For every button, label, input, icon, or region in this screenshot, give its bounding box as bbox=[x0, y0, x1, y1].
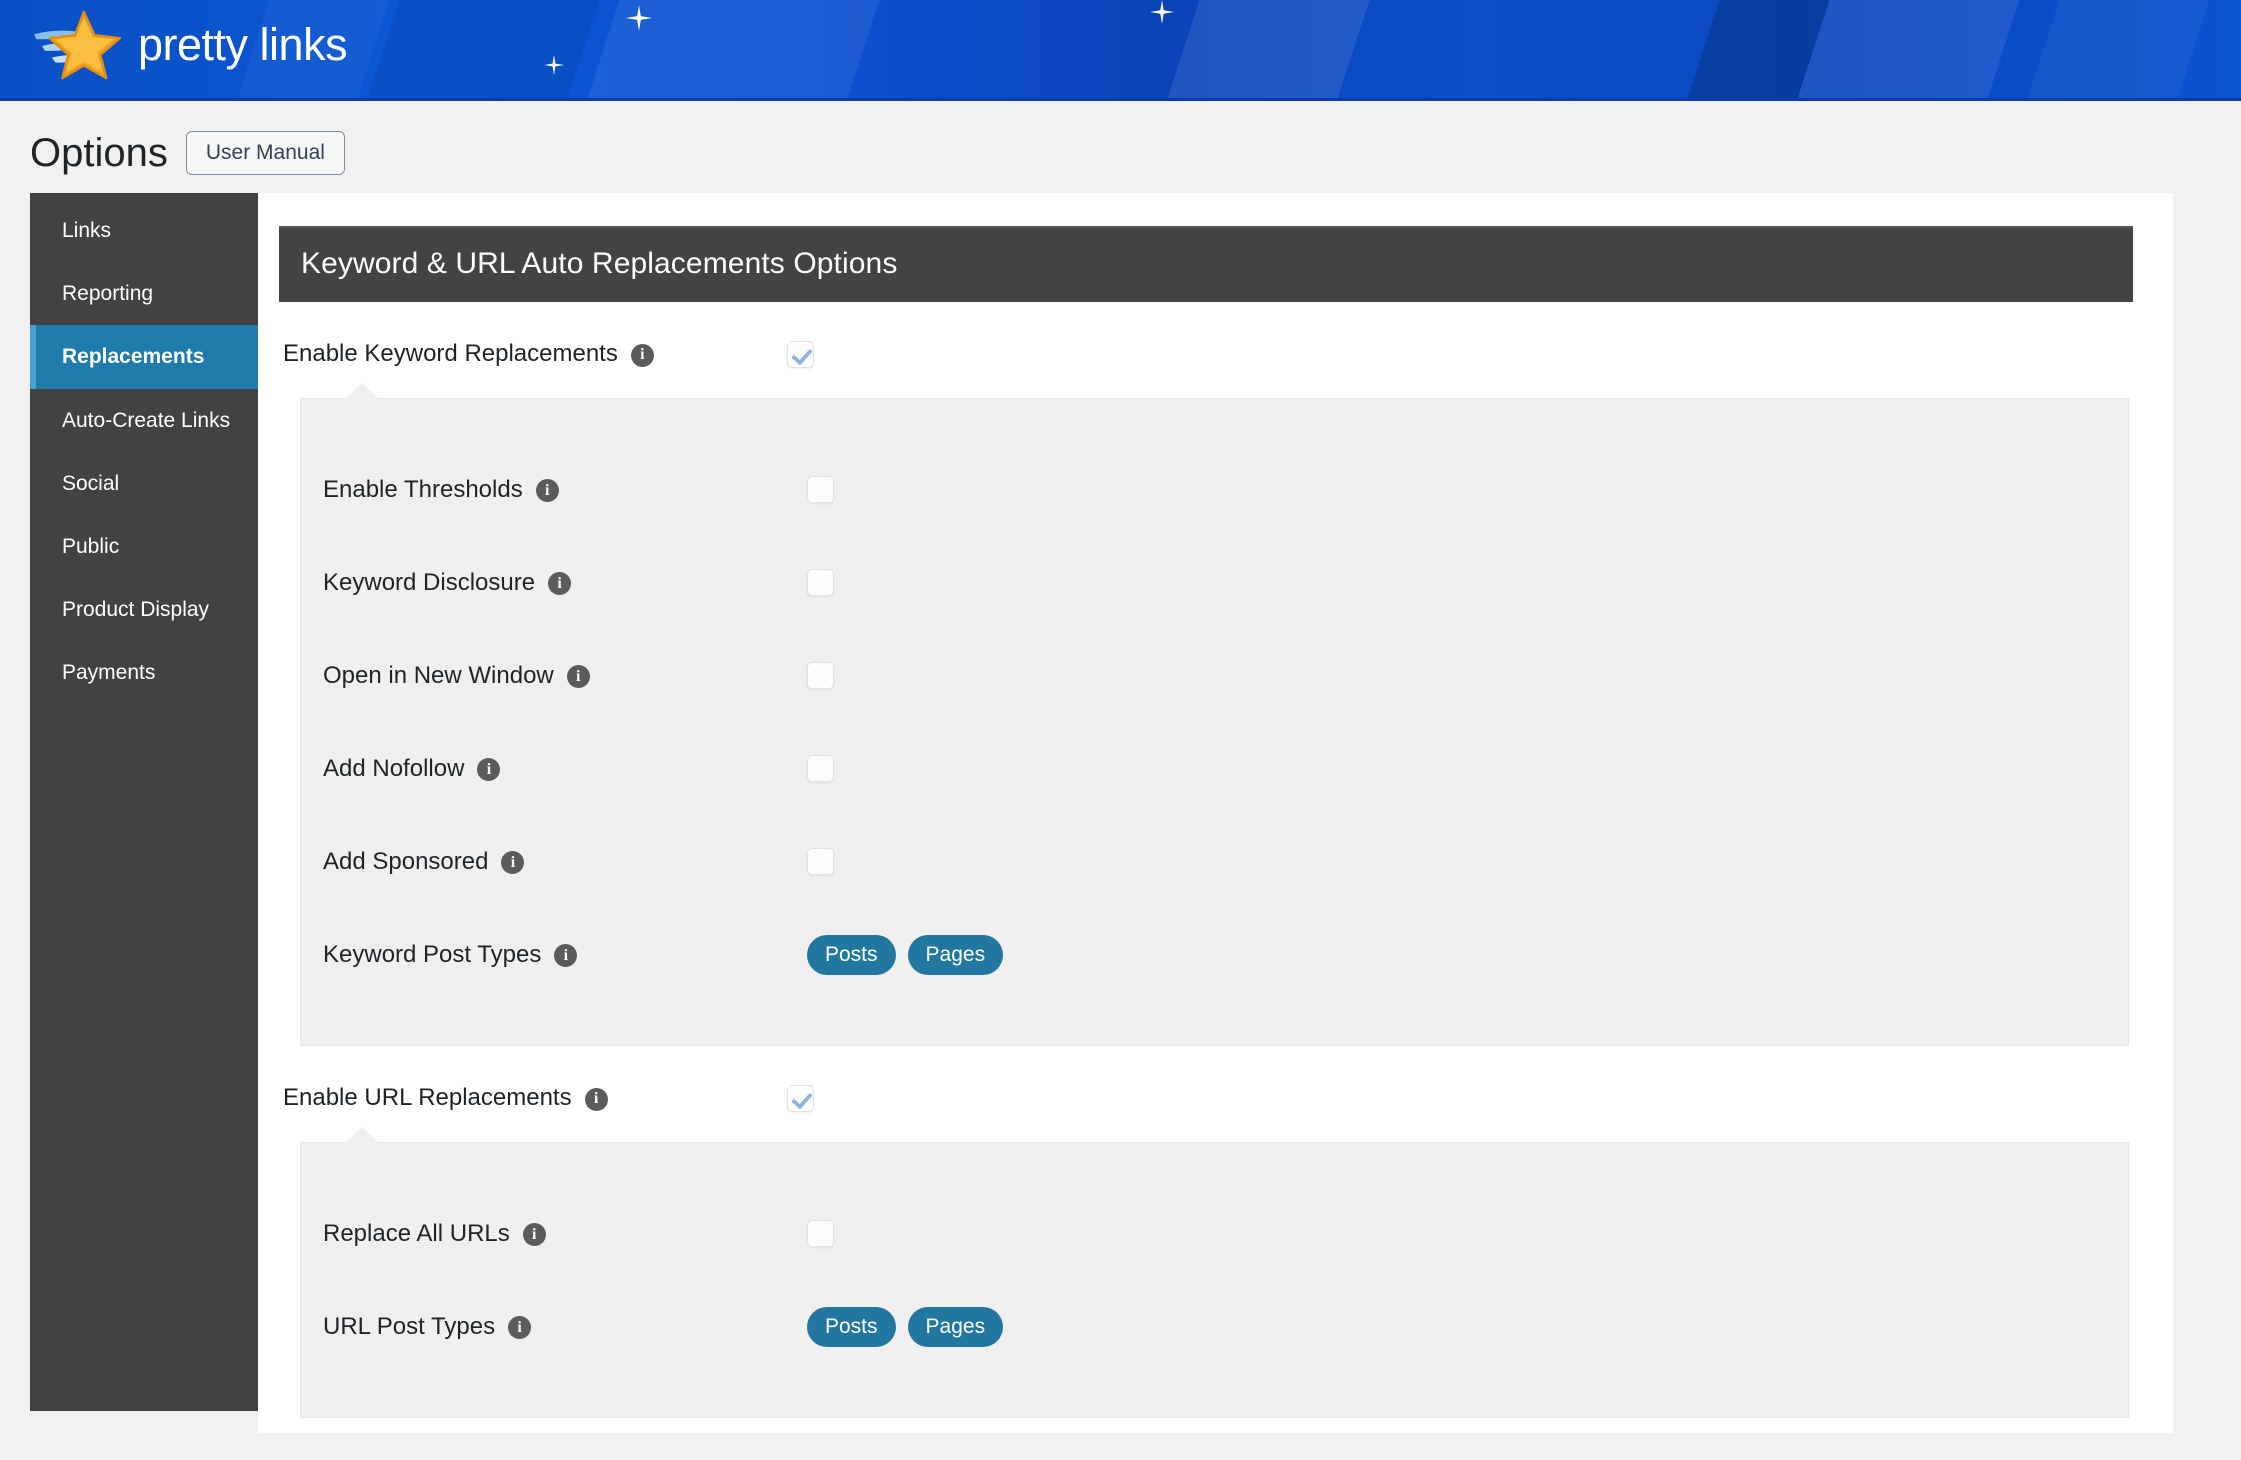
open-in-new-window-label: Open in New Window i bbox=[323, 662, 807, 690]
enable-url-replacements-checkbox[interactable] bbox=[787, 1084, 814, 1112]
keyword-disclosure-label: Keyword Disclosure i bbox=[323, 569, 807, 597]
url-post-types-pills: Posts Pages bbox=[807, 1306, 1004, 1347]
app-logo-text: pretty links bbox=[138, 18, 348, 70]
enable-keyword-replacements-label: Enable Keyword Replacements i bbox=[283, 340, 787, 368]
banner-stripe bbox=[347, 0, 613, 98]
info-icon[interactable]: i bbox=[522, 1223, 546, 1246]
page-layout: Links Reporting Replacements Auto-Create Li… bbox=[0, 193, 2241, 1433]
keyword-post-types-pills: Posts Pages bbox=[807, 934, 1004, 975]
url-post-types-row: URL Post Types i Posts Pages bbox=[301, 1280, 2128, 1373]
label-text: URL Post Types bbox=[323, 1312, 496, 1340]
add-nofollow-checkbox[interactable] bbox=[807, 755, 834, 782]
label-text: Keyword Disclosure bbox=[323, 568, 536, 596]
add-nofollow-label: Add Nofollow i bbox=[323, 755, 807, 783]
enable-url-replacements-label: Enable URL Replacements i bbox=[283, 1084, 787, 1112]
banner-stripe bbox=[2007, 0, 2223, 98]
sparkle-icon bbox=[626, 5, 652, 31]
url-post-types-pill-pages[interactable]: Pages bbox=[907, 1306, 1004, 1347]
info-icon[interactable]: i bbox=[477, 758, 501, 781]
label-text: Replace All URLs bbox=[323, 1219, 510, 1247]
sidebar-item-payments[interactable]: Payments bbox=[30, 641, 258, 704]
add-sponsored-row: Add Sponsored i bbox=[301, 815, 2128, 908]
label-text: Add Nofollow bbox=[323, 754, 465, 782]
keyword-post-types-label: Keyword Post Types i bbox=[323, 941, 807, 969]
sidebar-item-reporting[interactable]: Reporting bbox=[30, 262, 258, 325]
url-post-types-pill-posts[interactable]: Posts bbox=[807, 1306, 896, 1347]
sidebar-item-links[interactable]: Links bbox=[30, 199, 258, 262]
open-in-new-window-row: Open in New Window i bbox=[301, 629, 2128, 722]
replace-all-urls-label: Replace All URLs i bbox=[323, 1220, 807, 1248]
page-title: Options bbox=[30, 131, 168, 175]
info-icon[interactable]: i bbox=[584, 1087, 608, 1111]
enable-thresholds-checkbox[interactable] bbox=[807, 476, 834, 503]
label-text: Enable Keyword Replacements bbox=[283, 340, 618, 367]
url-post-types-label: URL Post Types i bbox=[323, 1313, 807, 1341]
keyword-post-types-pill-posts[interactable]: Posts bbox=[807, 934, 896, 975]
app-banner: pretty links bbox=[0, 0, 2241, 101]
info-icon[interactable]: i bbox=[535, 479, 559, 502]
keyword-post-types-row: Keyword Post Types i Posts Pages bbox=[301, 908, 2128, 1001]
section-title: Keyword & URL Auto Replacements Options bbox=[279, 226, 2133, 302]
enable-url-replacements-row: Enable URL Replacements i bbox=[283, 1046, 2133, 1142]
app-logo[interactable]: pretty links bbox=[30, 8, 348, 80]
replace-all-urls-checkbox[interactable] bbox=[807, 1220, 834, 1247]
info-icon[interactable]: i bbox=[548, 572, 572, 595]
info-icon[interactable]: i bbox=[566, 665, 590, 688]
sidebar-item-product-display[interactable]: Product Display bbox=[30, 578, 258, 641]
add-nofollow-row: Add Nofollow i bbox=[301, 722, 2128, 815]
enable-thresholds-label: Enable Thresholds i bbox=[323, 476, 807, 504]
label-text: Enable Thresholds bbox=[323, 475, 523, 503]
keyword-replacements-panel: Enable Thresholds i Keyword Disclosure i Ope… bbox=[300, 383, 2129, 1046]
page-header: Options User Manual bbox=[0, 101, 2241, 179]
keyword-disclosure-checkbox[interactable] bbox=[807, 569, 834, 596]
open-in-new-window-checkbox[interactable] bbox=[807, 662, 834, 689]
user-manual-button[interactable]: User Manual bbox=[185, 131, 345, 175]
banner-stripe bbox=[567, 0, 893, 98]
info-icon[interactable]: i bbox=[508, 1316, 532, 1339]
replace-all-urls-row: Replace All URLs i bbox=[301, 1187, 2128, 1280]
sparkle-icon bbox=[544, 55, 564, 75]
sparkle-icon bbox=[1150, 0, 1174, 24]
enable-keyword-replacements-checkbox[interactable] bbox=[787, 340, 814, 368]
label-text: Add Sponsored bbox=[323, 847, 489, 875]
label-text: Enable URL Replacements bbox=[283, 1084, 572, 1111]
enable-thresholds-row: Enable Thresholds i bbox=[301, 443, 2128, 536]
enable-keyword-replacements-row: Enable Keyword Replacements i bbox=[283, 302, 2133, 398]
banner-stripe bbox=[1147, 0, 1383, 98]
options-main-card: Keyword & URL Auto Replacements Options … bbox=[258, 193, 2173, 1433]
keyword-disclosure-row: Keyword Disclosure i bbox=[301, 536, 2128, 629]
info-icon[interactable]: i bbox=[501, 851, 525, 874]
info-icon[interactable]: i bbox=[630, 343, 654, 367]
sidebar-item-replacements[interactable]: Replacements bbox=[30, 325, 258, 389]
label-text: Open in New Window bbox=[323, 661, 554, 689]
info-icon[interactable]: i bbox=[554, 944, 578, 967]
sidebar-item-auto-create-links[interactable]: Auto-Create Links bbox=[30, 389, 258, 452]
pretty-links-star-swoosh-logo-icon bbox=[34, 10, 122, 80]
add-sponsored-checkbox[interactable] bbox=[807, 848, 834, 875]
keyword-post-types-pill-pages[interactable]: Pages bbox=[907, 934, 1004, 975]
sidebar-item-social[interactable]: Social bbox=[30, 452, 258, 515]
sidebar-item-public[interactable]: Public bbox=[30, 515, 258, 578]
label-text: Keyword Post Types bbox=[323, 940, 542, 968]
add-sponsored-label: Add Sponsored i bbox=[323, 848, 807, 876]
url-replacements-panel: Replace All URLs i URL Post Types i Posts Pag… bbox=[300, 1127, 2129, 1418]
options-sidebar: Links Reporting Replacements Auto-Create Li… bbox=[30, 193, 258, 1411]
